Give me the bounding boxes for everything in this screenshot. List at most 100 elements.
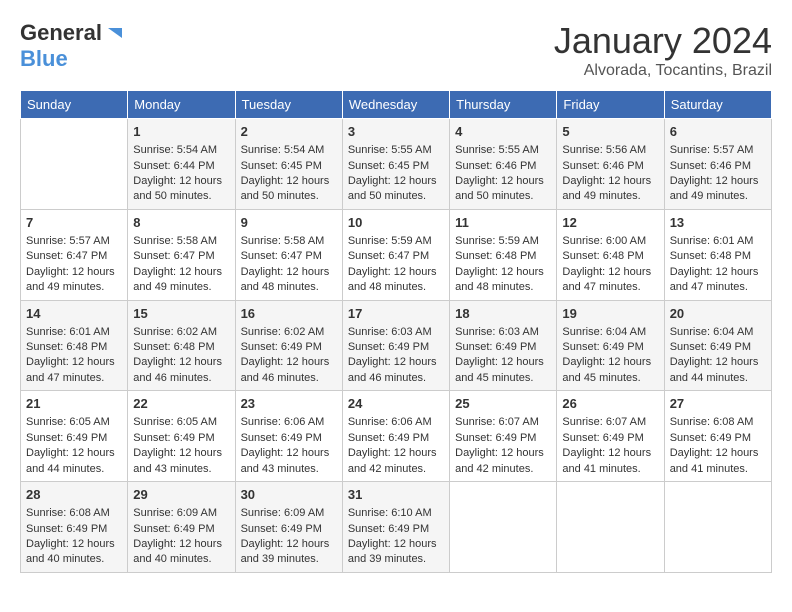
day-info-line: Sunset: 6:49 PM	[455, 431, 551, 446]
day-info-line: and 48 minutes.	[241, 280, 337, 295]
day-number: 27	[670, 395, 766, 413]
day-info-line: Sunset: 6:49 PM	[26, 431, 122, 446]
day-info-line: Daylight: 12 hours	[670, 446, 766, 461]
day-info-line: Sunrise: 6:03 AM	[348, 325, 444, 340]
column-header-friday: Friday	[557, 91, 664, 119]
calendar-cell: 31Sunrise: 6:10 AMSunset: 6:49 PMDayligh…	[342, 482, 449, 573]
day-info-line: Sunrise: 6:10 AM	[348, 506, 444, 521]
column-header-monday: Monday	[128, 91, 235, 119]
day-info-line: Sunrise: 6:05 AM	[26, 415, 122, 430]
day-number: 6	[670, 123, 766, 141]
day-info-line: and 50 minutes.	[455, 189, 551, 204]
day-info-line: and 39 minutes.	[348, 552, 444, 567]
day-info-line: Sunset: 6:49 PM	[241, 340, 337, 355]
day-info-line: Daylight: 12 hours	[241, 174, 337, 189]
day-info-line: Daylight: 12 hours	[562, 446, 658, 461]
calendar-cell: 9Sunrise: 5:58 AMSunset: 6:47 PMDaylight…	[235, 209, 342, 300]
day-number: 4	[455, 123, 551, 141]
day-number: 15	[133, 305, 229, 323]
day-info-line: Daylight: 12 hours	[348, 174, 444, 189]
day-info-line: Daylight: 12 hours	[670, 355, 766, 370]
calendar-cell: 16Sunrise: 6:02 AMSunset: 6:49 PMDayligh…	[235, 300, 342, 391]
day-info-line: Daylight: 12 hours	[133, 537, 229, 552]
calendar-cell	[450, 482, 557, 573]
day-info-line: Sunset: 6:49 PM	[562, 431, 658, 446]
day-info-line: Daylight: 12 hours	[26, 446, 122, 461]
day-info-line: Sunset: 6:47 PM	[26, 249, 122, 264]
day-number: 29	[133, 486, 229, 504]
day-number: 24	[348, 395, 444, 413]
calendar-cell: 3Sunrise: 5:55 AMSunset: 6:45 PMDaylight…	[342, 119, 449, 210]
calendar-cell: 20Sunrise: 6:04 AMSunset: 6:49 PMDayligh…	[664, 300, 771, 391]
day-info-line: Daylight: 12 hours	[562, 265, 658, 280]
day-info-line: Daylight: 12 hours	[241, 446, 337, 461]
day-number: 16	[241, 305, 337, 323]
day-number: 9	[241, 214, 337, 232]
day-info-line: Sunrise: 6:01 AM	[670, 234, 766, 249]
day-info-line: Sunset: 6:49 PM	[670, 431, 766, 446]
day-number: 18	[455, 305, 551, 323]
day-info-line: Daylight: 12 hours	[562, 174, 658, 189]
day-info-line: Daylight: 12 hours	[348, 355, 444, 370]
day-number: 7	[26, 214, 122, 232]
calendar-cell: 11Sunrise: 5:59 AMSunset: 6:48 PMDayligh…	[450, 209, 557, 300]
calendar-cell: 21 Sunrise: 6:05 AMSunset: 6:49 PMDayligh…	[21, 391, 128, 482]
day-info-line: Daylight: 12 hours	[26, 537, 122, 552]
column-header-tuesday: Tuesday	[235, 91, 342, 119]
day-number: 11	[455, 214, 551, 232]
column-header-thursday: Thursday	[450, 91, 557, 119]
day-info-line: Daylight: 12 hours	[455, 265, 551, 280]
calendar-cell: 22Sunrise: 6:05 AMSunset: 6:49 PMDayligh…	[128, 391, 235, 482]
day-info-line: Sunset: 6:49 PM	[348, 340, 444, 355]
calendar-cell: 18Sunrise: 6:03 AMSunset: 6:49 PMDayligh…	[450, 300, 557, 391]
day-number: 17	[348, 305, 444, 323]
day-info-line: and 42 minutes.	[455, 462, 551, 477]
week-row-3: 14Sunrise: 6:01 AMSunset: 6:48 PMDayligh…	[21, 300, 772, 391]
title-section: January 2024 Alvorada, Tocantins, Brazil	[554, 20, 772, 80]
day-info-line: Sunrise: 5:58 AM	[241, 234, 337, 249]
calendar-table: SundayMondayTuesdayWednesdayThursdayFrid…	[20, 90, 772, 573]
day-info-line: Sunrise: 6:02 AM	[133, 325, 229, 340]
calendar-cell: 25Sunrise: 6:07 AMSunset: 6:49 PMDayligh…	[450, 391, 557, 482]
day-number: 30	[241, 486, 337, 504]
day-number: 10	[348, 214, 444, 232]
day-info-line: Sunrise: 6:09 AM	[241, 506, 337, 521]
calendar-cell: 29Sunrise: 6:09 AMSunset: 6:49 PMDayligh…	[128, 482, 235, 573]
day-number: 8	[133, 214, 229, 232]
day-info-line: Daylight: 12 hours	[133, 355, 229, 370]
day-info-line: Sunrise: 6:02 AM	[241, 325, 337, 340]
logo: General Blue	[20, 20, 122, 72]
day-info-line: Daylight: 12 hours	[133, 446, 229, 461]
day-info-line: Daylight: 12 hours	[241, 265, 337, 280]
day-info-line: Sunrise: 6:03 AM	[455, 325, 551, 340]
day-number: 3	[348, 123, 444, 141]
day-number: 5	[562, 123, 658, 141]
day-number: 19	[562, 305, 658, 323]
day-info-line: and 40 minutes.	[26, 552, 122, 567]
day-info-line: and 42 minutes.	[348, 462, 444, 477]
day-info-line: Sunrise: 5:57 AM	[26, 234, 122, 249]
day-info-line: Sunset: 6:48 PM	[670, 249, 766, 264]
day-number: 28	[26, 486, 122, 504]
day-info-line: Sunset: 6:48 PM	[562, 249, 658, 264]
day-number: 21	[26, 395, 122, 413]
day-info-line: Daylight: 12 hours	[133, 265, 229, 280]
day-info-line: and 48 minutes.	[455, 280, 551, 295]
day-info-line: Sunset: 6:49 PM	[241, 431, 337, 446]
day-info-line: and 49 minutes.	[562, 189, 658, 204]
column-header-saturday: Saturday	[664, 91, 771, 119]
day-info-line: Sunrise: 6:06 AM	[348, 415, 444, 430]
day-info-line: and 46 minutes.	[348, 371, 444, 386]
day-info-line: Sunrise: 6:07 AM	[562, 415, 658, 430]
day-info-line: Sunset: 6:46 PM	[562, 159, 658, 174]
day-number: 23	[241, 395, 337, 413]
day-number: 2	[241, 123, 337, 141]
calendar-header-row: SundayMondayTuesdayWednesdayThursdayFrid…	[21, 91, 772, 119]
logo-general-text: General	[20, 20, 102, 46]
day-info-line: Sunrise: 5:57 AM	[670, 143, 766, 158]
day-info-line: and 41 minutes.	[670, 462, 766, 477]
day-info-line: Sunrise: 5:59 AM	[455, 234, 551, 249]
calendar-cell: 14Sunrise: 6:01 AMSunset: 6:48 PMDayligh…	[21, 300, 128, 391]
day-info-line: Sunrise: 5:54 AM	[241, 143, 337, 158]
location-title: Alvorada, Tocantins, Brazil	[554, 62, 772, 80]
